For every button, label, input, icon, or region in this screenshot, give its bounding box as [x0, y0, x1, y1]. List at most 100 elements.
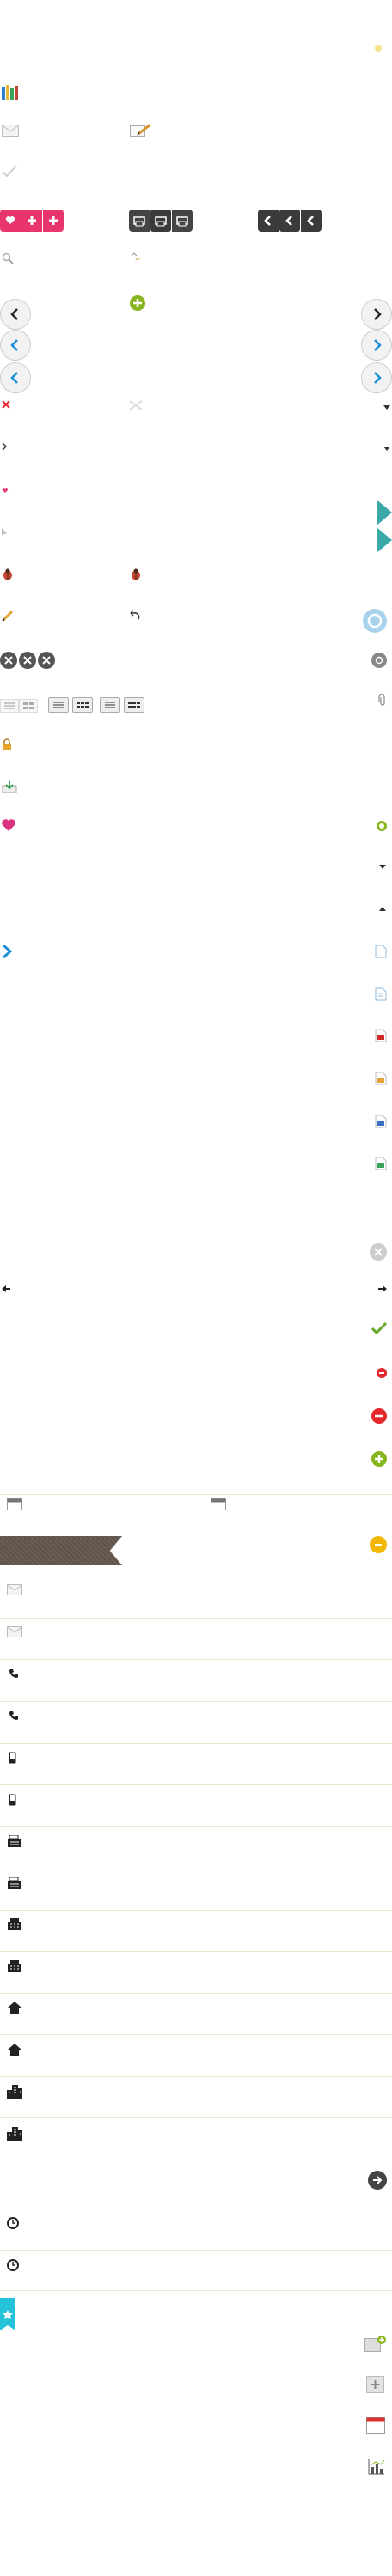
- calendar-icon-2: [211, 1498, 226, 1510]
- bug-icon-2: [130, 568, 142, 580]
- list-view-button[interactable]: [48, 697, 69, 713]
- refresh-button[interactable]: [363, 609, 387, 633]
- circle-next-dark-button[interactable]: [361, 299, 392, 330]
- circle-next-blue-button-2[interactable]: [361, 362, 392, 393]
- bookmark-icon[interactable]: [0, 2298, 15, 2330]
- remove-button[interactable]: [0, 652, 17, 669]
- next-dark-button[interactable]: [368, 2171, 387, 2190]
- prev-button-3[interactable]: [301, 210, 322, 232]
- pin-icon: [2, 527, 7, 535]
- mail-icon[interactable]: [2, 125, 19, 137]
- prev-button-2[interactable]: [279, 210, 300, 232]
- home-icon: [8, 2002, 21, 2014]
- search-icon[interactable]: [2, 252, 14, 264]
- pink-heart-button[interactable]: [0, 210, 21, 232]
- check-green-icon: [371, 1321, 388, 1335]
- heart-small-icon: [2, 486, 9, 493]
- print-button-2[interactable]: [150, 210, 171, 232]
- edit-icon[interactable]: [130, 123, 152, 137]
- divider: [0, 1659, 392, 1660]
- undo-icon[interactable]: [130, 610, 140, 620]
- print-button[interactable]: [129, 210, 150, 232]
- list-view-button-2[interactable]: [100, 697, 120, 713]
- gear-button[interactable]: [371, 653, 387, 668]
- alert-icon: [370, 1536, 387, 1553]
- sort-icon[interactable]: [131, 252, 141, 261]
- building-icon: [8, 1918, 21, 1930]
- sun-icon: [375, 45, 382, 52]
- chart-icon[interactable]: [368, 2459, 385, 2475]
- circle-prev-dark-button[interactable]: [0, 299, 31, 330]
- grid-view-button[interactable]: [72, 697, 93, 713]
- remove-red-small-icon[interactable]: [377, 1368, 387, 1378]
- add-icon[interactable]: [130, 295, 145, 311]
- heart-icon[interactable]: [1, 818, 16, 832]
- file-icon: [375, 945, 387, 958]
- remove-button-3[interactable]: [38, 652, 55, 669]
- divider: [0, 1951, 392, 1952]
- phone-icon: [9, 1668, 19, 1679]
- mail-icon-3[interactable]: [7, 1626, 22, 1637]
- download-icon[interactable]: [2, 780, 17, 793]
- caret-down-icon[interactable]: [383, 402, 390, 410]
- divider: [0, 1618, 392, 1619]
- close-light-icon[interactable]: [129, 400, 143, 410]
- divider: [0, 2250, 392, 2251]
- remove-red-icon[interactable]: [371, 1408, 387, 1424]
- divider: [0, 2290, 392, 2291]
- building-icon-2: [8, 1960, 21, 1972]
- add-small-icon[interactable]: [377, 821, 387, 831]
- add-green-icon[interactable]: [371, 1451, 387, 1467]
- circle-next-blue-button[interactable]: [361, 330, 392, 361]
- city-icon: [7, 2085, 22, 2099]
- lock-icon: [2, 738, 12, 750]
- divider: [0, 1784, 392, 1785]
- file-doc-icon: [375, 1115, 387, 1128]
- add-image-icon[interactable]: [364, 2336, 387, 2353]
- ribbon-icon: [0, 1536, 122, 1565]
- side-tab-arrow-icon-2[interactable]: [377, 527, 392, 553]
- side-tab-arrow-icon[interactable]: [377, 500, 392, 526]
- caret-down-icon-3[interactable]: [379, 861, 386, 869]
- prev-button[interactable]: [258, 210, 279, 232]
- calendar-icon: [7, 1498, 22, 1510]
- divider: [0, 1993, 392, 1994]
- caret-down-icon-2[interactable]: [383, 443, 390, 451]
- print-button-3[interactable]: [172, 210, 193, 232]
- pink-add-button-active[interactable]: [43, 210, 64, 232]
- divider: [0, 1743, 392, 1744]
- city-icon-2: [7, 2127, 22, 2141]
- clock-icon-2: [7, 2259, 19, 2271]
- file-sheet-icon: [375, 1157, 387, 1170]
- list-view-icon[interactable]: [0, 699, 19, 713]
- chevron-right-blue-icon[interactable]: [2, 944, 13, 959]
- divider: [0, 1826, 392, 1827]
- calendar-date-icon[interactable]: [366, 2417, 385, 2434]
- check-icon: [2, 165, 17, 178]
- arrow-left-icon[interactable]: [2, 1285, 10, 1292]
- arrow-right-icon[interactable]: [378, 1285, 387, 1292]
- circle-prev-blue-button[interactable]: [0, 330, 31, 361]
- close-icon[interactable]: [2, 400, 10, 409]
- chevron-right-icon[interactable]: [2, 442, 8, 451]
- close-grey-button[interactable]: [370, 1243, 387, 1261]
- pencil-icon[interactable]: [2, 610, 14, 622]
- mail-icon-2[interactable]: [7, 1584, 22, 1595]
- file-pdf-icon: [375, 1029, 387, 1042]
- divider: [0, 2117, 392, 2118]
- grid-view-icon[interactable]: [19, 699, 38, 713]
- caret-up-icon[interactable]: [379, 903, 386, 911]
- file-image-icon: [375, 1072, 387, 1085]
- add-image-icon-2[interactable]: [366, 2376, 385, 2393]
- bug-icon: [2, 568, 14, 580]
- divider: [0, 1910, 392, 1911]
- circle-prev-blue-button-2[interactable]: [0, 362, 31, 393]
- mobile-icon: [9, 1752, 16, 1764]
- home-icon-2: [8, 2044, 21, 2056]
- remove-button-2[interactable]: [19, 652, 36, 669]
- fax-icon-2: [8, 1876, 21, 1889]
- grid-view-button-2[interactable]: [124, 697, 144, 713]
- divider: [0, 1701, 392, 1702]
- books-icon: [2, 85, 19, 100]
- pink-add-button[interactable]: [21, 210, 42, 232]
